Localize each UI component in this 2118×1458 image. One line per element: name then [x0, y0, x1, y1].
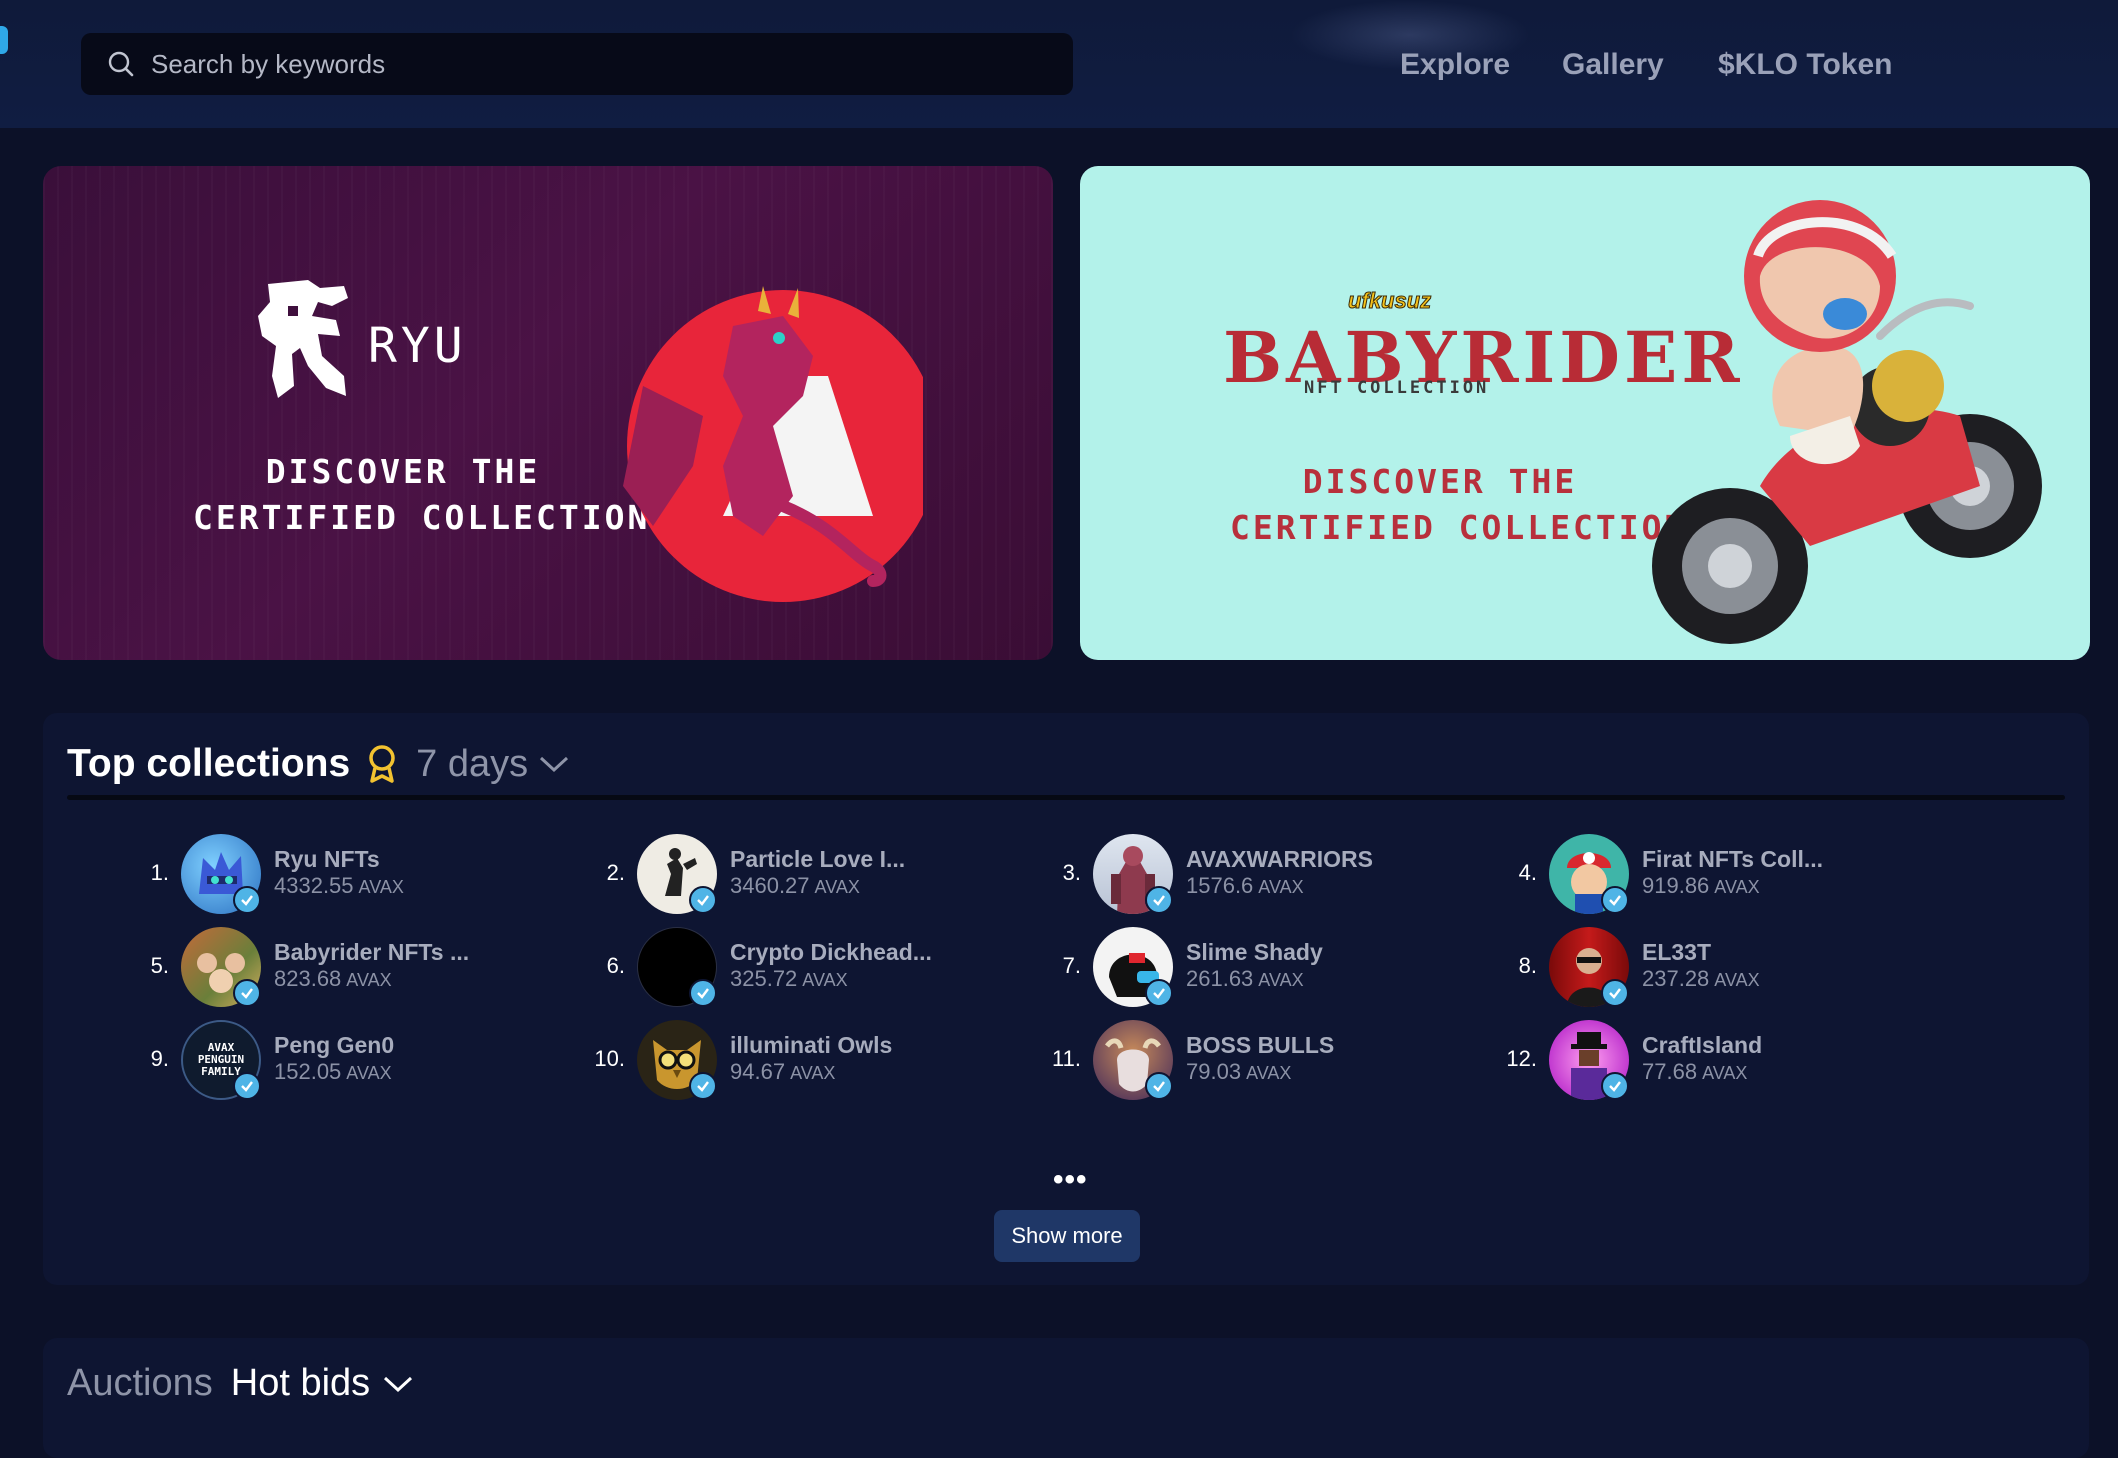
collection-name: Peng Gen0	[274, 1032, 395, 1058]
collection-name: CraftIsland	[1642, 1032, 1763, 1058]
header-divider	[67, 795, 2065, 800]
babyrider-banner[interactable]: ufkusuz BABYRIDER NFT COLLECTION DISCOVE…	[1080, 166, 2090, 660]
verified-icon	[689, 886, 717, 914]
collection-volume: 237.28 AVAX	[1642, 966, 1760, 991]
ryu-logo-icon	[258, 280, 348, 398]
collection-item[interactable]: 4. Firat NFTs Coll... 919.86 AVAX	[1477, 834, 1917, 914]
top-header: Explore Gallery $KLO Token	[0, 0, 2118, 128]
auctions-header: Auctions Hot bids	[67, 1362, 414, 1405]
collection-rank: 1.	[150, 860, 169, 885]
top-collections-title: Top collections	[67, 742, 351, 785]
collection-rank: 5.	[150, 953, 169, 978]
collection-item[interactable]: 5. Babyrider NFTs ... 823.68 AVAX	[109, 927, 549, 1007]
search-icon	[108, 51, 134, 77]
verified-icon	[1601, 1072, 1629, 1100]
collection-item[interactable]: 3. AVAXWARRIORS 1576.6 AVAX	[1021, 834, 1461, 914]
medal-icon	[369, 745, 395, 783]
collection-volume: 152.05 AVAX	[274, 1059, 392, 1084]
verified-icon	[1601, 886, 1629, 914]
top-collections-panel: Top collections 7 days 1. Ryu NFTs 4332.…	[43, 713, 2089, 1285]
collection-name: Particle Love I...	[730, 846, 906, 872]
ryu-banner[interactable]: RYU DISCOVER THE CERTIFIED COLLECTION	[43, 166, 1053, 660]
ryu-caption-line2: CERTIFIED COLLECTION	[193, 498, 651, 537]
collection-rank: 11.	[1052, 1046, 1081, 1071]
verified-icon	[1601, 979, 1629, 1007]
dragon-illustration	[623, 286, 923, 602]
babyrider-caption-line2: CERTIFIED COLLECTION	[1230, 508, 1688, 547]
verified-icon	[233, 886, 261, 914]
collection-item[interactable]: 9. AVAX PENGUIN FAMILY Peng Gen0 152.05 A…	[109, 1020, 549, 1100]
verified-icon	[1145, 979, 1173, 1007]
nav-gallery[interactable]: Gallery	[1562, 48, 1664, 82]
ryu-banner-caption: DISCOVER THE CERTIFIED COLLECTION	[193, 449, 651, 541]
verified-icon	[689, 1072, 717, 1100]
collection-rank: 2.	[606, 860, 625, 885]
collection-volume: 261.63 AVAX	[1186, 966, 1304, 991]
collection-volume: 3460.27 AVAX	[730, 873, 860, 898]
collection-name: Crypto Dickhead...	[730, 939, 932, 965]
auctions-panel: Auctions Hot bids	[43, 1338, 2089, 1458]
collection-rank: 12.	[1506, 1046, 1537, 1071]
collection-volume: 77.68 AVAX	[1642, 1059, 1748, 1084]
verified-icon	[233, 979, 261, 1007]
verified-icon	[1145, 1072, 1173, 1100]
auctions-label: Auctions	[67, 1362, 213, 1404]
ryu-wordmark: RYU	[368, 318, 467, 374]
chevron-down-icon[interactable]	[538, 754, 570, 774]
period-dropdown[interactable]: 7 days	[416, 743, 528, 786]
verified-icon	[233, 1072, 261, 1100]
collection-item[interactable]: 2. Particle Love I... 3460.27 AVAX	[565, 834, 1005, 914]
collection-volume: 823.68 AVAX	[274, 966, 392, 991]
babyrider-caption-line1: DISCOVER THE	[1302, 462, 1578, 501]
nav-explore[interactable]: Explore	[1400, 48, 1510, 82]
baby-rider-illustration	[1652, 200, 2042, 644]
collection-rank: 7.	[1062, 953, 1081, 978]
collection-item[interactable]: 12. CraftIsland 77.68 AVAX	[1477, 1020, 1917, 1100]
collection-item[interactable]: 6. Crypto Dickhead... 325.72 AVAX	[565, 927, 1005, 1007]
collection-volume: 1576.6 AVAX	[1186, 873, 1304, 898]
nav-klo-token[interactable]: $KLO Token	[1718, 48, 1892, 82]
collection-rank: 9.	[150, 1046, 169, 1071]
verified-icon	[1145, 886, 1173, 914]
collection-name: Ryu NFTs	[274, 846, 380, 872]
collection-name: Slime Shady	[1186, 939, 1323, 965]
verified-icon	[689, 979, 717, 1007]
search-bar[interactable]	[81, 33, 1073, 95]
collection-volume: 94.67 AVAX	[730, 1059, 836, 1084]
auctions-filter-dropdown[interactable]: Hot bids	[231, 1362, 370, 1405]
babyrider-subtitle: NFT COLLECTION	[1304, 378, 1490, 398]
babyrider-banner-caption: DISCOVER THE CERTIFIED COLLECTION	[1230, 459, 1688, 551]
collection-item[interactable]: 11. BOSS BULLS 79.03 AVAX	[1021, 1020, 1461, 1100]
collection-item[interactable]: 10. illuminati Owls 94.67 AVAX	[565, 1020, 1005, 1100]
more-indicator: •••	[1053, 1163, 1088, 1196]
collection-item[interactable]: 8. EL33T 237.28 AVAX	[1477, 927, 1917, 1007]
collection-name: illuminati Owls	[730, 1032, 893, 1058]
collection-rank: 4.	[1518, 860, 1537, 885]
collection-rank: 8.	[1518, 953, 1537, 978]
collection-rank: 10.	[594, 1046, 625, 1071]
site-logo[interactable]	[0, 26, 8, 54]
collection-name: BOSS BULLS	[1186, 1032, 1335, 1058]
collection-rank: 6.	[606, 953, 625, 978]
collection-name: EL33T	[1642, 939, 1712, 965]
collection-volume: 919.86 AVAX	[1642, 873, 1760, 898]
collection-rank: 3.	[1062, 860, 1081, 885]
collection-name: AVAXWARRIORS	[1186, 846, 1373, 872]
collection-name: Firat NFTs Coll...	[1642, 846, 1824, 872]
top-collections-header: Top collections 7 days	[67, 739, 570, 789]
show-more-button[interactable]: Show more	[994, 1210, 1140, 1262]
ufkusuz-logo: ufkusuz	[1347, 288, 1432, 314]
collection-item[interactable]: 7. Slime Shady 261.63 AVAX	[1021, 927, 1461, 1007]
collection-item[interactable]: 1. Ryu NFTs 4332.55 AVAX	[109, 834, 549, 914]
collection-name: Babyrider NFTs ...	[274, 939, 470, 965]
collection-volume: 4332.55 AVAX	[274, 873, 404, 898]
chevron-down-icon[interactable]	[382, 1374, 414, 1394]
search-input[interactable]	[149, 47, 1053, 81]
ryu-caption-line1: DISCOVER THE	[265, 452, 541, 491]
collection-volume: 325.72 AVAX	[730, 966, 848, 991]
collection-volume: 79.03 AVAX	[1186, 1059, 1292, 1084]
